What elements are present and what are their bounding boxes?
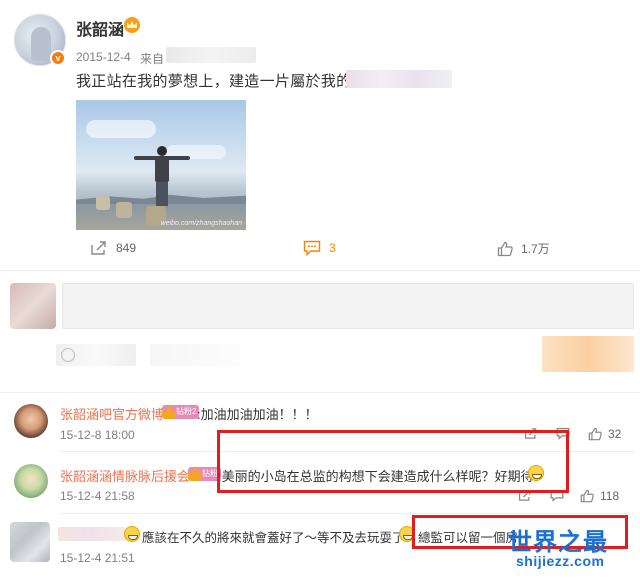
comment-icon [303,240,321,256]
comment-author-name[interactable]: 张韶涵吧官方微博 [60,404,164,423]
comment-text: :加油加油加油！！！ [197,407,318,422]
share-count: 849 [116,241,137,255]
weibo-post-page: v 张韶涵 2015-12-4 来自 我正站在我的夢想上，建造一片屬於我的海 w… [0,0,640,579]
post-text: 我正站在我的夢想上，建造一片屬於我的海 [76,73,367,90]
comment-author-name[interactable]: 张韶涵涵情脉脉后援会 [60,466,190,485]
crown-icon [188,466,202,481]
site-watermark-title: 世界之最 [508,529,608,556]
photo-watermark: weibo.com/zhangshaohan [160,220,242,227]
blurred-comment-author [58,527,126,541]
comment-time: 15-12-4 21:51 [60,551,135,565]
blurred-source-app [166,47,256,63]
comment-button[interactable]: 3 [303,240,336,256]
crown-icon [162,404,176,419]
comment-like-count: 118 [600,489,620,503]
comment-count: 3 [329,241,336,255]
current-user-avatar [10,283,56,329]
comment-time: 15-12-4 21:58 [60,489,135,503]
thumbs-up-icon [580,489,594,503]
section-divider [0,270,640,271]
comment-text: 應該在不久的將來就會蓋好了～等不及去玩耍了 [142,531,405,545]
thinking-emoji-icon [124,526,140,542]
like-count: 1.7万 [521,242,550,256]
emoji-toolbar[interactable] [56,344,136,366]
comment-time: 15-12-8 18:00 [60,428,135,442]
member-crown-icon[interactable] [124,17,140,33]
thumbs-up-icon [497,241,513,256]
comment-like-button[interactable]: 32 [588,427,621,441]
author-name[interactable]: 张韶涵 [76,16,124,40]
verified-badge-icon: v [50,50,66,66]
comment-like-button[interactable]: 118 [580,489,619,503]
fan-level-badge[interactable]: 钻粉2 [162,404,200,419]
post-photo[interactable]: weibo.com/zhangshaohan [76,100,246,230]
comments-divider [0,392,640,393]
comment-avatar[interactable] [14,464,48,498]
post-source-label: 来自 [140,52,165,66]
like-button[interactable]: 1.7万 [497,240,550,257]
highlight-box [217,430,569,493]
comment-avatar[interactable] [14,404,48,438]
submit-comment-button[interactable] [542,336,634,372]
site-watermark-url: shijiezz.com [516,553,605,569]
post-date[interactable]: 2015-12-4 [76,50,131,64]
blurred-post-text [346,70,452,88]
comment-like-count: 32 [608,427,622,441]
comment-divider [60,513,634,514]
comment-input[interactable] [62,283,634,329]
emoji-icon [60,347,76,363]
share-icon [91,241,106,255]
share-button[interactable]: 849 [90,240,136,256]
repost-checkbox-area[interactable] [150,344,240,366]
comment-avatar[interactable] [10,522,50,562]
thumbs-up-icon [588,427,602,441]
